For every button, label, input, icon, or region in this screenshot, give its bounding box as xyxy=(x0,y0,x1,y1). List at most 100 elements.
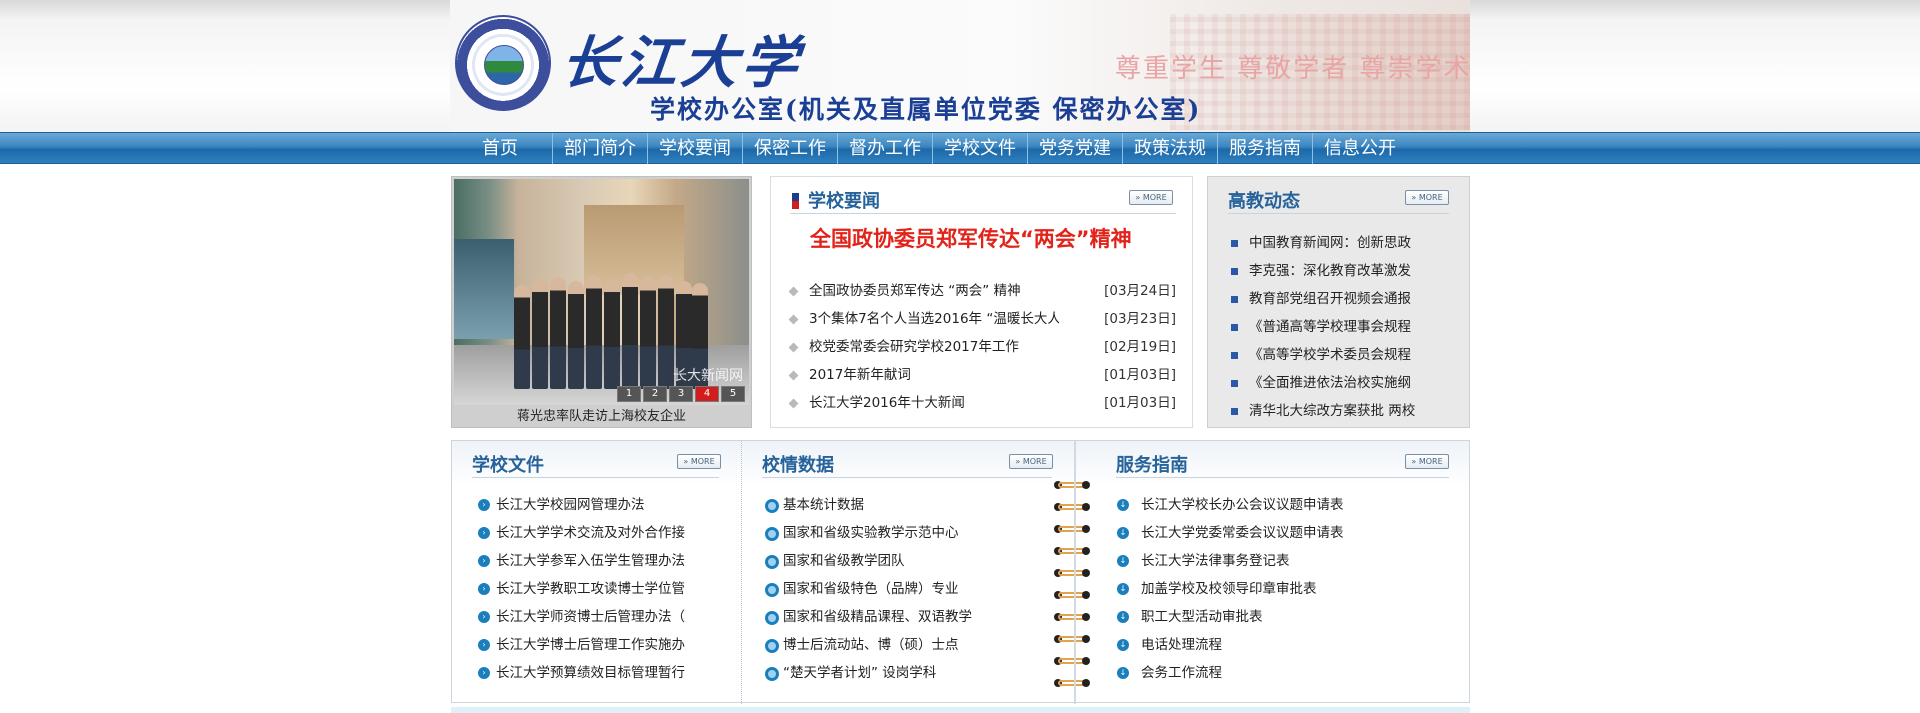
school-data-item[interactable]: “楚天学者计划” 设岗学科 xyxy=(765,659,1055,687)
nav-school-news[interactable]: 学校要闻 xyxy=(648,133,743,164)
school-data-item[interactable]: 国家和省级实验教学示范中心 xyxy=(765,519,1055,547)
higher-ed-item-title[interactable]: 《普通高等学校理事会规程 xyxy=(1249,319,1411,335)
school-data-item[interactable]: 基本统计数据 xyxy=(765,491,1055,519)
slide-number[interactable]: 2 xyxy=(643,386,667,402)
school-doc-item[interactable]: › 长江大学参军入伍学生管理办法 xyxy=(478,547,718,575)
higher-ed-more-button[interactable]: » MORE xyxy=(1405,190,1449,205)
school-doc-title[interactable]: 长江大学预算绩效目标管理暂行 xyxy=(496,665,685,681)
news-item-title[interactable]: 长江大学2016年十大新闻 xyxy=(809,389,1059,417)
nav-information-disclosure[interactable]: 信息公开 xyxy=(1313,133,1407,164)
school-news-headline[interactable]: 全国政协委员郑军传达“两会”精神 xyxy=(810,223,1132,253)
higher-ed-item[interactable]: 《全面推进依法治校实施纲 xyxy=(1231,369,1459,397)
news-item[interactable]: 全国政协委员郑军传达 “两会” 精神 [03月24日] xyxy=(788,277,1176,305)
school-news-more-button[interactable]: » MORE xyxy=(1129,190,1173,205)
service-guide-item-title[interactable]: 长江大学党委常委会议议题申请表 xyxy=(1141,525,1344,541)
school-data-item[interactable]: 国家和省级特色（品牌）专业 xyxy=(765,575,1055,603)
school-doc-item[interactable]: › 长江大学教职工攻读博士学位管 xyxy=(478,575,718,603)
slide-number[interactable]: 3 xyxy=(669,386,693,402)
nav-policies-regulations[interactable]: 政策法规 xyxy=(1123,133,1218,164)
school-doc-item[interactable]: › 长江大学师资博士后管理办法（ xyxy=(478,603,718,631)
school-doc-item[interactable]: › 长江大学校园网管理办法 xyxy=(478,491,718,519)
school-data-title[interactable]: 国家和省级特色（品牌）专业 xyxy=(783,581,959,597)
news-item[interactable]: 3个集体7名个人当选2016年 “温暖长大人 [03月23日] xyxy=(788,305,1176,333)
school-data-title[interactable]: 国家和省级实验教学示范中心 xyxy=(783,525,959,541)
school-doc-title[interactable]: 长江大学师资博士后管理办法（ xyxy=(496,609,685,625)
higher-ed-title[interactable]: 高教动态 xyxy=(1228,187,1300,213)
school-data-title[interactable]: 国家和省级精品课程、双语教学 xyxy=(783,609,972,625)
school-doc-title[interactable]: 长江大学学术交流及对外合作接 xyxy=(496,525,685,541)
title-divider xyxy=(1228,213,1449,214)
school-doc-title[interactable]: 长江大学博士后管理工作实施办 xyxy=(496,637,685,653)
service-guide-item-title[interactable]: 会务工作流程 xyxy=(1141,665,1222,681)
higher-ed-item-title[interactable]: 中国教育新闻网：创新思政 xyxy=(1249,235,1411,251)
school-doc-title[interactable]: 长江大学教职工攻读博士学位管 xyxy=(496,581,685,597)
nav-service-guide[interactable]: 服务指南 xyxy=(1218,133,1313,164)
service-guide-item[interactable]: ↓ 会务工作流程 xyxy=(1117,659,1437,687)
slideshow-photo[interactable]: 长大新闻网 1 2 3 4 5 xyxy=(454,179,749,405)
school-doc-title[interactable]: 长江大学校园网管理办法 xyxy=(496,497,645,513)
higher-ed-item-title[interactable]: 李克强：深化教育改革激发 xyxy=(1249,263,1411,279)
school-data-title[interactable]: 国家和省级教学团队 xyxy=(783,553,905,569)
nav-school-documents[interactable]: 学校文件 xyxy=(933,133,1028,164)
school-data-title[interactable]: 校情数据 xyxy=(762,451,834,477)
service-guide-item-title[interactable]: 长江大学校长办公会议议题申请表 xyxy=(1141,497,1344,513)
nav-supervision-work[interactable]: 督办工作 xyxy=(838,133,933,164)
higher-ed-item[interactable]: 清华北大综改方案获批 两校 xyxy=(1231,397,1459,425)
school-doc-item[interactable]: › 长江大学预算绩效目标管理暂行 xyxy=(478,659,718,687)
arrow-circle-icon: › xyxy=(478,499,490,511)
news-item-title[interactable]: 2017年新年献词 xyxy=(809,361,1059,389)
service-guide-item-title[interactable]: 电话处理流程 xyxy=(1141,637,1222,653)
arrow-circle-icon: › xyxy=(478,611,490,623)
higher-ed-item-title[interactable]: 《全面推进依法治校实施纲 xyxy=(1249,375,1411,391)
higher-ed-item[interactable]: 中国教育新闻网：创新思政 xyxy=(1231,229,1459,257)
service-guide-item[interactable]: ↓ 职工大型活动审批表 xyxy=(1117,603,1437,631)
slide-number[interactable]: 5 xyxy=(721,386,745,402)
nav-confidentiality-work[interactable]: 保密工作 xyxy=(743,133,838,164)
news-item-title[interactable]: 校党委常委会研究学校2017年工作 xyxy=(809,333,1059,361)
higher-ed-item-title[interactable]: 《高等学校学术委员会规程 xyxy=(1249,347,1411,363)
service-guide-item-title[interactable]: 职工大型活动审批表 xyxy=(1141,609,1263,625)
school-doc-item[interactable]: › 长江大学博士后管理工作实施办 xyxy=(478,631,718,659)
service-guide-item[interactable]: ↓ 长江大学校长办公会议议题申请表 xyxy=(1117,491,1437,519)
higher-ed-item-title[interactable]: 教育部党组召开视频会通报 xyxy=(1249,291,1411,307)
service-guide-item-title[interactable]: 加盖学校及校领导印章审批表 xyxy=(1141,581,1317,597)
school-data-more-button[interactable]: » MORE xyxy=(1009,454,1053,469)
service-guide-item[interactable]: ↓ 长江大学法律事务登记表 xyxy=(1117,547,1437,575)
school-doc-item[interactable]: › 长江大学学术交流及对外合作接 xyxy=(478,519,718,547)
slide-number[interactable]: 1 xyxy=(617,386,641,402)
school-news-title[interactable]: 学校要闻 xyxy=(808,187,880,213)
school-data-item[interactable]: 国家和省级精品课程、双语教学 xyxy=(765,603,1055,631)
nav-party-building[interactable]: 党务党建 xyxy=(1028,133,1123,164)
higher-ed-item[interactable]: 李克强：深化教育改革激发 xyxy=(1231,257,1459,285)
service-guide-title[interactable]: 服务指南 xyxy=(1116,451,1188,477)
school-doc-title[interactable]: 长江大学参军入伍学生管理办法 xyxy=(496,553,685,569)
service-guide-more-button[interactable]: » MORE xyxy=(1405,454,1449,469)
higher-ed-panel: 高教动态 » MORE 中国教育新闻网：创新思政 李克强：深化教育改革激发 教育… xyxy=(1207,176,1470,428)
service-guide-item[interactable]: ↓ 电话处理流程 xyxy=(1117,631,1437,659)
service-guide-item[interactable]: ↓ 长江大学党委常委会议议题申请表 xyxy=(1117,519,1437,547)
higher-ed-item-title[interactable]: 清华北大综改方案获批 两校 xyxy=(1249,403,1415,419)
news-item[interactable]: 长江大学2016年十大新闻 [01月03日] xyxy=(788,389,1176,417)
higher-ed-item[interactable]: 《普通高等学校理事会规程 xyxy=(1231,313,1459,341)
slideshow-caption[interactable]: 蒋光忠率队走访上海校友企业 xyxy=(452,407,751,427)
news-item[interactable]: 校党委常委会研究学校2017年工作 [02月19日] xyxy=(788,333,1176,361)
higher-ed-item[interactable]: 教育部党组召开视频会通报 xyxy=(1231,285,1459,313)
news-item-title[interactable]: 3个集体7名个人当选2016年 “温暖长大人 xyxy=(809,305,1059,333)
service-guide-item[interactable]: ↓ 加盖学校及校领导印章审批表 xyxy=(1117,575,1437,603)
school-data-title[interactable]: 博士后流动站、博（硕）士点 xyxy=(783,637,959,653)
nav-home[interactable]: 首页 xyxy=(466,133,553,164)
news-item[interactable]: 2017年新年献词 [01月03日] xyxy=(788,361,1176,389)
school-docs-more-button[interactable]: » MORE xyxy=(677,454,721,469)
nav-department-intro[interactable]: 部门简介 xyxy=(553,133,648,164)
arrow-circle-icon: › xyxy=(478,555,490,567)
slide-number-active[interactable]: 4 xyxy=(695,386,719,402)
arrow-circle-icon: › xyxy=(478,639,490,651)
news-item-title[interactable]: 全国政协委员郑军传达 “两会” 精神 xyxy=(809,277,1059,305)
school-data-title[interactable]: 基本统计数据 xyxy=(783,497,864,513)
school-data-title[interactable]: “楚天学者计划” 设岗学科 xyxy=(783,665,936,681)
school-data-item[interactable]: 博士后流动站、博（硕）士点 xyxy=(765,631,1055,659)
higher-ed-item[interactable]: 《高等学校学术委员会规程 xyxy=(1231,341,1459,369)
school-data-item[interactable]: 国家和省级教学团队 xyxy=(765,547,1055,575)
school-docs-title[interactable]: 学校文件 xyxy=(472,451,544,477)
service-guide-item-title[interactable]: 长江大学法律事务登记表 xyxy=(1141,553,1290,569)
